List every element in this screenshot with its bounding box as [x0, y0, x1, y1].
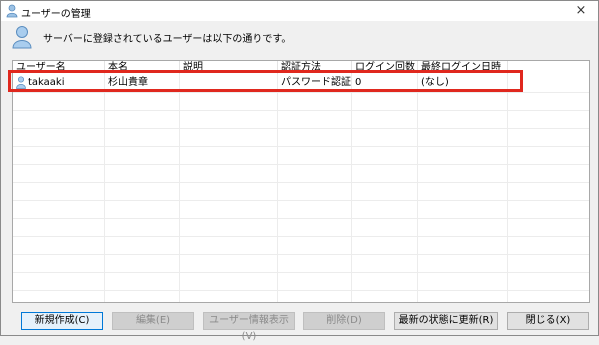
close-icon[interactable]: × [568, 2, 594, 20]
grid-line [13, 182, 589, 183]
user-list[interactable]: ユーザー名 本名 説明 認証方法 ログイン回数 最終ログイン日時 takaaki… [12, 60, 590, 303]
header-message: サーバーに登録されているユーザーは以下の通りです。 [43, 34, 292, 45]
user-management-window: ユーザーの管理 × サーバーに登録されているユーザーは以下の通りです。 ユーザー… [0, 0, 599, 342]
user-icon [6, 4, 18, 18]
grid-line [507, 74, 508, 302]
grid-line [13, 164, 589, 165]
grid-line [104, 74, 105, 302]
grid-line [179, 74, 180, 302]
user-info-button[interactable]: ユーザー情報表示(V) [203, 312, 295, 342]
grid-line [351, 74, 352, 302]
title-bar: ユーザーの管理 × [1, 1, 598, 21]
grid-line [417, 74, 418, 302]
grid-line [13, 92, 589, 93]
grid-line [13, 200, 589, 201]
grid-line [13, 218, 589, 219]
grid-line [13, 290, 589, 291]
grid-line [277, 74, 278, 302]
grid-line [13, 146, 589, 147]
new-button[interactable]: 新規作成(C) [21, 312, 103, 330]
refresh-button[interactable]: 最新の状態に更新(R) [394, 312, 498, 330]
highlight-box [8, 70, 523, 92]
grid-line [13, 236, 589, 237]
grid-line [13, 254, 589, 255]
grid-line [13, 272, 589, 273]
user-icon [12, 26, 32, 49]
grid-line [13, 110, 589, 111]
window-title: ユーザーの管理 [21, 9, 91, 20]
delete-button[interactable]: 削除(D) [303, 312, 385, 330]
grid-line [13, 128, 589, 129]
close-button[interactable]: 閉じる(X) [507, 312, 589, 330]
edit-button[interactable]: 編集(E) [112, 312, 194, 330]
